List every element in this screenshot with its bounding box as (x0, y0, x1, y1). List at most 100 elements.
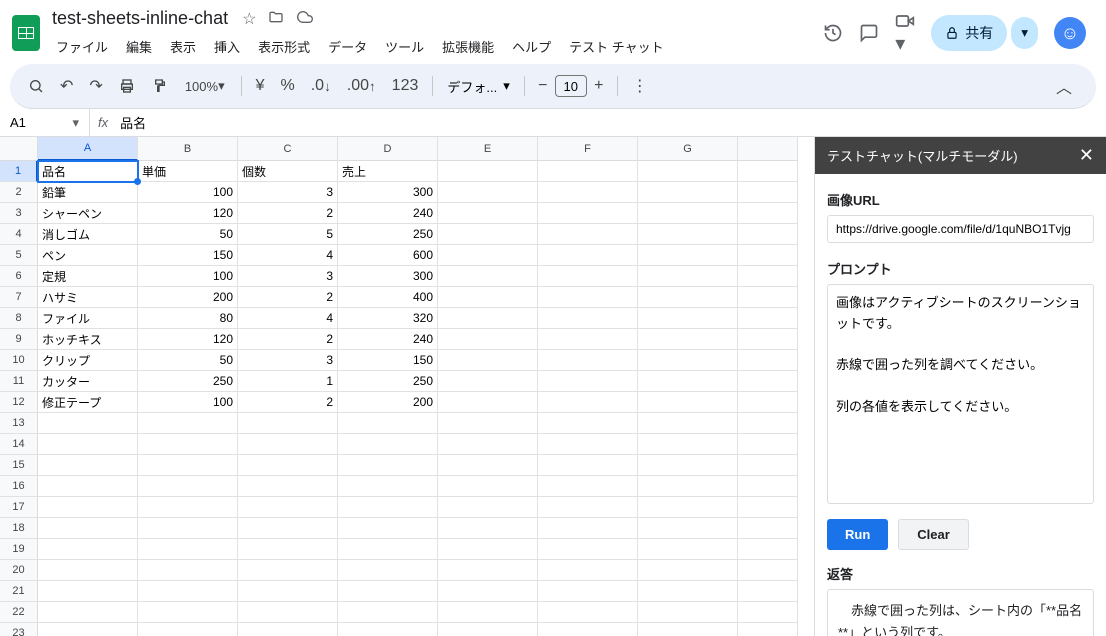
cell[interactable] (138, 539, 238, 560)
select-all-corner[interactable] (0, 137, 38, 161)
row-header[interactable]: 23 (0, 623, 38, 636)
cell[interactable] (538, 602, 638, 623)
menu-item[interactable]: 表示 (162, 33, 204, 60)
row-header[interactable]: 1 (0, 161, 38, 182)
cell[interactable]: 2 (238, 287, 338, 308)
cell[interactable] (438, 203, 538, 224)
row-header[interactable]: 21 (0, 581, 38, 602)
document-title[interactable]: test-sheets-inline-chat (48, 6, 232, 31)
cell[interactable] (438, 497, 538, 518)
cell[interactable] (238, 560, 338, 581)
redo-button[interactable]: ↷ (83, 72, 108, 100)
cell[interactable]: 3 (238, 266, 338, 287)
row-header[interactable]: 22 (0, 602, 38, 623)
menu-item[interactable]: 挿入 (206, 33, 248, 60)
cell[interactable] (38, 476, 138, 497)
cell[interactable] (38, 434, 138, 455)
more-tools-button[interactable]: ⋮ (626, 72, 654, 100)
cell[interactable] (538, 245, 638, 266)
cell[interactable]: 1 (238, 371, 338, 392)
menu-item[interactable]: 編集 (118, 33, 160, 60)
cell[interactable] (638, 266, 738, 287)
account-avatar[interactable]: ☺ (1054, 17, 1086, 49)
cell[interactable] (38, 455, 138, 476)
cell[interactable] (438, 161, 538, 182)
cell[interactable] (438, 182, 538, 203)
cell[interactable] (538, 350, 638, 371)
row-header[interactable]: 8 (0, 308, 38, 329)
cell[interactable] (438, 413, 538, 434)
cell[interactable] (638, 581, 738, 602)
cell[interactable] (638, 287, 738, 308)
cell[interactable] (138, 497, 238, 518)
menu-item[interactable]: ファイル (48, 33, 116, 60)
cell[interactable] (138, 413, 238, 434)
cell[interactable]: 品名 (38, 161, 138, 182)
cell[interactable] (638, 455, 738, 476)
cell[interactable] (638, 560, 738, 581)
cell[interactable] (238, 434, 338, 455)
currency-yen-button[interactable]: ¥ (250, 73, 271, 99)
cell[interactable]: 100 (138, 182, 238, 203)
row-header[interactable]: 7 (0, 287, 38, 308)
meet-icon[interactable]: ▾ (895, 11, 915, 56)
column-header[interactable]: E (438, 137, 538, 161)
cell[interactable]: 50 (138, 350, 238, 371)
history-icon[interactable] (823, 23, 843, 43)
cell[interactable] (338, 602, 438, 623)
cell[interactable]: 600 (338, 245, 438, 266)
cell[interactable]: 2 (238, 329, 338, 350)
cell[interactable]: 300 (338, 266, 438, 287)
cell[interactable] (538, 182, 638, 203)
cell[interactable] (338, 581, 438, 602)
row-header[interactable]: 19 (0, 539, 38, 560)
cell[interactable] (438, 266, 538, 287)
menu-item[interactable]: 拡張機能 (434, 33, 502, 60)
cell[interactable] (138, 518, 238, 539)
sheets-logo[interactable] (12, 15, 40, 51)
cell[interactable]: クリップ (38, 350, 138, 371)
menu-item[interactable]: ヘルプ (504, 33, 559, 60)
cell[interactable] (638, 350, 738, 371)
cloud-status-icon[interactable] (296, 9, 314, 29)
menu-item[interactable]: テスト チャット (561, 33, 671, 60)
cell[interactable]: 消しゴム (38, 224, 138, 245)
cell[interactable]: ペン (38, 245, 138, 266)
cell[interactable] (238, 581, 338, 602)
cell[interactable]: 80 (138, 308, 238, 329)
cell[interactable]: ホッチキス (38, 329, 138, 350)
comment-icon[interactable] (859, 23, 879, 43)
cell[interactable] (438, 308, 538, 329)
cell[interactable]: 240 (338, 329, 438, 350)
cell[interactable]: 250 (338, 371, 438, 392)
cell[interactable] (138, 581, 238, 602)
cell[interactable] (138, 455, 238, 476)
cell[interactable] (538, 224, 638, 245)
row-header[interactable]: 3 (0, 203, 38, 224)
cell[interactable]: 2 (238, 392, 338, 413)
menu-item[interactable]: データ (320, 33, 375, 60)
cell[interactable]: 120 (138, 329, 238, 350)
row-header[interactable]: 6 (0, 266, 38, 287)
cell[interactable] (238, 518, 338, 539)
cell[interactable] (438, 455, 538, 476)
cell[interactable] (538, 329, 638, 350)
cell[interactable] (438, 476, 538, 497)
cell[interactable] (238, 623, 338, 636)
column-header[interactable]: A (38, 137, 138, 161)
share-dropdown[interactable]: ▾ (1011, 17, 1038, 49)
cell[interactable] (638, 224, 738, 245)
cell[interactable] (538, 497, 638, 518)
cell[interactable] (538, 539, 638, 560)
cell[interactable] (338, 518, 438, 539)
cell[interactable]: 鉛筆 (38, 182, 138, 203)
run-button[interactable]: Run (827, 519, 888, 550)
column-header[interactable]: F (538, 137, 638, 161)
cell[interactable] (338, 539, 438, 560)
cell[interactable] (438, 287, 538, 308)
cell[interactable] (638, 371, 738, 392)
decrease-decimal-button[interactable]: .0↓ (305, 73, 337, 99)
cell[interactable] (538, 623, 638, 636)
undo-button[interactable]: ↶ (54, 72, 79, 100)
increase-decimal-button[interactable]: .00↑ (341, 73, 382, 99)
